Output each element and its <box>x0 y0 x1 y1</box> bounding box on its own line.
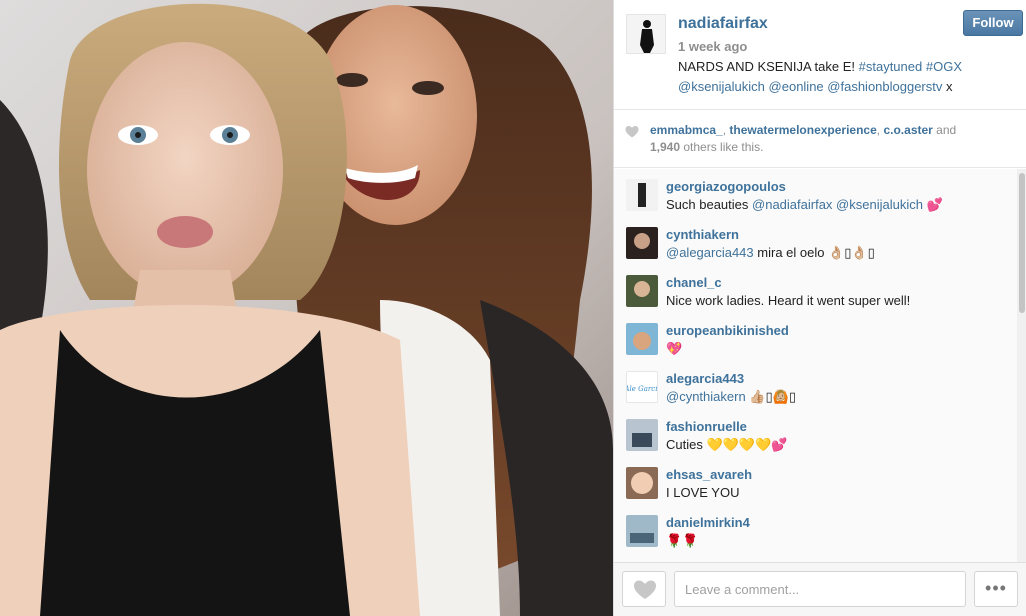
comment-item: georgiazogopoulos Such beauties @nadiafa… <box>614 169 1018 217</box>
comment-avatar[interactable] <box>626 179 658 211</box>
comment-mention[interactable]: @ksenijalukich <box>836 197 923 212</box>
comment-item: cynthiakern @alegarcia443 mira el oelo 👌… <box>614 217 1018 265</box>
caption-hashtag-staytuned[interactable]: #staytuned <box>859 59 923 74</box>
like-button[interactable] <box>622 571 666 607</box>
heart-icon <box>634 580 656 599</box>
comment-text: Nice work ladies. Heard it went super we… <box>666 293 911 308</box>
comments-list: georgiazogopoulos Such beauties @nadiafa… <box>614 169 1018 562</box>
comment-text: Such beauties @nadiafairfax @ksenijaluki… <box>666 197 943 213</box>
heart-icon <box>625 126 639 138</box>
comment-avatar[interactable] <box>626 467 658 499</box>
comment-item: chanel_c Nice work ladies. Heard it went… <box>614 265 1018 313</box>
more-options-button[interactable]: ••• <box>974 571 1018 607</box>
liker-thewatermelonexperience[interactable]: thewatermelonexperience <box>729 123 876 137</box>
selfie-photo-image <box>0 0 613 616</box>
caption-hashtag-ogx[interactable]: #OGX <box>926 59 962 74</box>
avatar-logo-text: Ale García <box>627 385 658 393</box>
comment-input[interactable] <box>674 571 966 607</box>
comment-text: @cynthiakern 👍🏼▯🙆🏼▯ <box>666 389 796 405</box>
comment-item: danielmirkin4 🌹🌹 <box>614 505 1018 553</box>
comment-text: 💖 <box>666 341 683 356</box>
comment-item: europeanbikinished 💖 <box>614 313 1018 361</box>
comment-item: ehsas_avareh I LOVE YOU <box>614 457 1018 505</box>
comment-username[interactable]: danielmirkin4 <box>666 515 750 530</box>
comment-body: mira el oelo 👌🏼▯👌🏼▯ <box>753 245 875 260</box>
comment-text: I LOVE YOU <box>666 485 740 500</box>
likes-summary: emmabmca_, thewatermelonexperience, c.o.… <box>614 111 1026 168</box>
comment-avatar[interactable] <box>626 515 658 547</box>
comment-text: Cuties 💛💛💛💛💕 <box>666 437 788 452</box>
comment-username[interactable]: ehsas_avareh <box>666 467 752 482</box>
scrollbar-thumb[interactable] <box>1019 173 1025 313</box>
likes-text: emmabmca_, thewatermelonexperience, c.o.… <box>650 123 957 154</box>
comment-avatar[interactable] <box>626 419 658 451</box>
comment-username[interactable]: europeanbikinished <box>666 323 789 338</box>
comment-username[interactable]: chanel_c <box>666 275 722 290</box>
post-caption: NARDS AND KSENIJA take E! #staytuned #OG… <box>678 57 1008 97</box>
caption-mention-fashionbloggerstv[interactable]: @fashionbloggerstv <box>827 79 942 94</box>
caption-text: NARDS AND KSENIJA take E! <box>678 59 859 74</box>
owner-avatar[interactable] <box>626 14 666 54</box>
owner-username[interactable]: nadiafairfax <box>678 15 768 33</box>
comment-username[interactable]: alegarcia443 <box>666 371 744 386</box>
post-photo[interactable] <box>0 0 613 616</box>
post-header: nadiafairfax 1 week ago NARDS AND KSENIJ… <box>614 0 1026 110</box>
comment-avatar[interactable] <box>626 227 658 259</box>
comment-text: 🌹🌹 <box>666 533 699 548</box>
comment-username[interactable]: fashionruelle <box>666 419 747 434</box>
caption-text-end: x <box>942 79 953 94</box>
comment-text-prefix: Such beauties <box>666 197 753 212</box>
comment-mention[interactable]: @nadiafairfax <box>752 197 832 212</box>
post-timestamp[interactable]: 1 week ago <box>678 39 747 54</box>
likes-and: and <box>932 123 957 137</box>
comment-footer: ••• <box>614 562 1026 616</box>
comment-avatar[interactable] <box>626 275 658 307</box>
likes-suffix: others like this. <box>680 140 764 154</box>
caption-mention-ksenijalukich[interactable]: @ksenijalukich <box>678 79 765 94</box>
post-details-panel: nadiafairfax 1 week ago NARDS AND KSENIJ… <box>613 0 1026 616</box>
comment-body: 💕 <box>922 197 943 212</box>
likes-count[interactable]: 1,940 <box>650 140 680 154</box>
comment-username[interactable]: cynthiakern <box>666 227 739 242</box>
comment-text: @alegarcia443 mira el oelo 👌🏼▯👌🏼▯ <box>666 245 875 261</box>
comment-body: 👍🏼▯🙆🏼▯ <box>745 389 796 404</box>
comment-avatar[interactable]: Ale García <box>626 371 658 403</box>
follow-button[interactable]: Follow <box>963 10 1023 36</box>
comment-item: Ale García alegarcia443 @cynthiakern 👍🏼▯… <box>614 361 1018 409</box>
comment-mention[interactable]: @cynthiakern <box>666 389 746 404</box>
comment-avatar[interactable] <box>626 323 658 355</box>
comment-item: fashionruelle Cuties 💛💛💛💛💕 <box>614 409 1018 457</box>
comment-username[interactable]: georgiazogopoulos <box>666 179 786 194</box>
liker-coaster[interactable]: c.o.aster <box>883 123 932 137</box>
caption-mention-eonline[interactable]: @eonline <box>769 79 824 94</box>
comments-scrollbar[interactable] <box>1017 169 1026 562</box>
comment-mention[interactable]: @alegarcia443 <box>666 245 754 260</box>
liker-emmabmca[interactable]: emmabmca_ <box>650 123 723 137</box>
